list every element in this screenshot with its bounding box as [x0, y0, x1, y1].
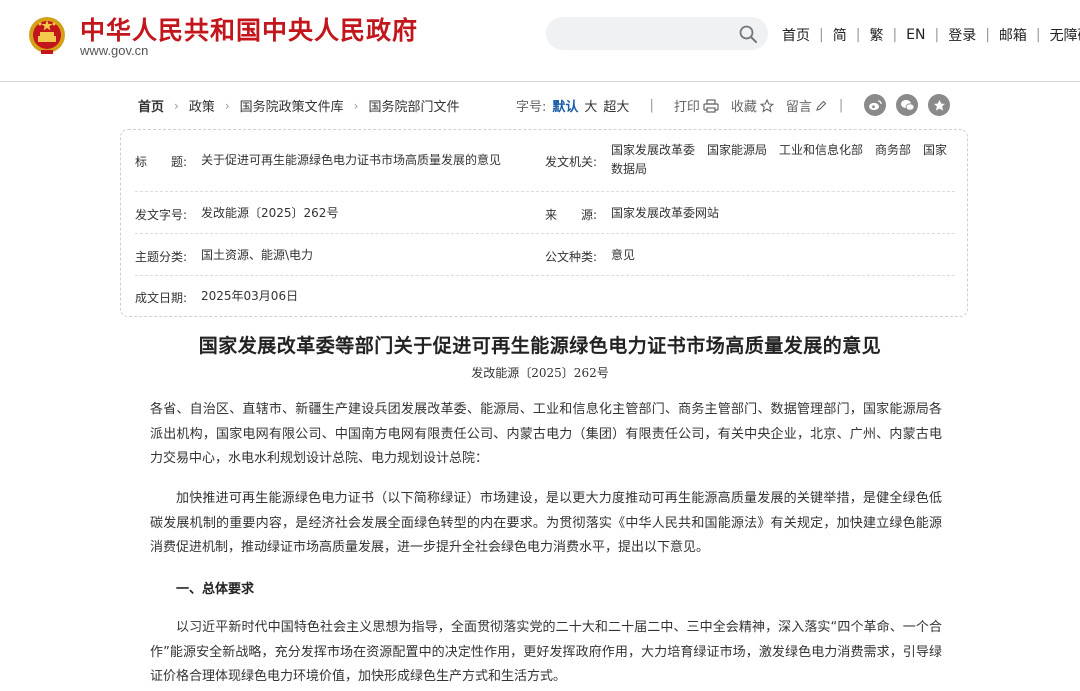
docno-value: 发改能源〔2025〕262号: [201, 206, 339, 220]
header-divider: [0, 81, 1080, 82]
article-paragraph: 以习近平新时代中国特色社会主义思想为指导，全面贯彻落实党的二十大和二十届二中、三…: [150, 620, 942, 684]
topic-value: 国土资源、能源\电力: [201, 248, 314, 262]
search-input[interactable]: [560, 22, 730, 45]
site-name[interactable]: 中华人民共和国中央人民政府: [80, 11, 418, 47]
search-icon[interactable]: [738, 24, 758, 44]
document-info-table: 标 题: 关于促进可再生能源绿色电力证书市场高质量发展的意见 发文机关: 国家发…: [120, 129, 968, 317]
title-value: 关于促进可再生能源绿色电力证书市场高质量发展的意见: [201, 153, 502, 167]
nav-login[interactable]: 登录: [948, 25, 976, 45]
date-label: 成文日期:: [135, 291, 188, 305]
breadcrumb-policy[interactable]: 政策: [189, 96, 215, 115]
tools-separator: |: [838, 98, 844, 113]
issuer-label: 发文机关:: [545, 155, 598, 169]
weibo-glyph: [869, 100, 882, 111]
article-recipients: 各省、自治区、直辖市、新疆生产建设兵团发展改革委、能源局、工业和信息化主管部门、…: [150, 402, 942, 466]
info-divider: [135, 191, 955, 192]
national-emblem-icon[interactable]: [26, 12, 68, 56]
font-size-default[interactable]: 默认: [552, 96, 578, 115]
nav-separator: |: [934, 27, 940, 43]
font-size-xlarge[interactable]: 超大: [603, 96, 629, 115]
breadcrumb-policy-library[interactable]: 国务院政策文件库: [240, 96, 344, 115]
breadcrumb-home[interactable]: 首页: [138, 96, 164, 115]
favorite-button[interactable]: 收藏: [731, 96, 774, 115]
type-label: 公文种类:: [545, 250, 598, 264]
chevron-right-icon: ›: [353, 98, 359, 113]
page-tools: 字号: 默认 大 超大 | 打印 收藏 留言 |: [516, 96, 849, 115]
star-icon[interactable]: [928, 94, 950, 116]
comment-label: 留言: [785, 100, 812, 115]
weibo-icon[interactable]: [864, 94, 886, 116]
nav-separator: |: [1035, 27, 1041, 43]
info-divider: [135, 275, 955, 276]
chevron-right-icon: ›: [174, 98, 179, 113]
docno-label: 发文字号:: [135, 208, 188, 222]
article-title: 国家发展改革委等部门关于促进可再生能源绿色电力证书市场高质量发展的意见: [198, 335, 882, 357]
breadcrumb-bar: 首页 › 政策 › 国务院政策文件库 › 国务院部门文件 字号: 默认 大 超大…: [0, 93, 1080, 117]
site-url[interactable]: www.gov.cn: [80, 43, 148, 58]
nav-home[interactable]: 首页: [782, 25, 810, 45]
font-size-large[interactable]: 大: [584, 96, 597, 115]
nav-separator: |: [855, 27, 861, 43]
section-heading: 一、总体要求: [176, 582, 255, 597]
type-value: 意见: [611, 248, 636, 262]
nav-separator: |: [985, 27, 990, 43]
share-buttons: [864, 94, 960, 116]
nav-traditional[interactable]: 繁: [869, 25, 883, 45]
topic-label: 主题分类:: [135, 250, 188, 264]
breadcrumb-department-docs[interactable]: 国务院部门文件: [368, 96, 459, 115]
font-size-label: 字号:: [516, 100, 547, 115]
source-label: 来 源:: [545, 208, 598, 222]
nav-separator: |: [892, 27, 898, 43]
title-label: 标 题:: [135, 155, 188, 169]
star-outline-icon: [759, 98, 774, 113]
source-value: 国家发展改革委网站: [611, 206, 720, 220]
print-label: 打印: [673, 100, 700, 115]
date-value: 2025年03月06日: [201, 289, 299, 303]
site-header: 中华人民共和国中央人民政府 www.gov.cn 首页 | 简 | 繁 | EN…: [0, 0, 1080, 80]
info-divider: [135, 233, 955, 234]
nav-english[interactable]: EN: [906, 27, 925, 43]
article-paragraph: 加快推进可再生能源绿色电力证书（以下简称绿证）市场建设，是以更大力度推动可再生能…: [150, 491, 942, 555]
print-button[interactable]: 打印: [674, 96, 719, 115]
nav-simplified[interactable]: 简: [833, 25, 847, 45]
comment-button[interactable]: 留言: [786, 96, 827, 115]
star-glyph: [933, 99, 945, 111]
nav-mail[interactable]: 邮箱: [999, 25, 1027, 45]
printer-icon: [703, 98, 719, 113]
nav-accessibility[interactable]: 无障碍: [1050, 25, 1080, 45]
wechat-glyph: [900, 100, 914, 111]
article-doc-number: 发改能源〔2025〕262号: [471, 366, 609, 380]
pen-icon: [816, 100, 827, 111]
search-box: [546, 17, 768, 50]
breadcrumb: 首页 › 政策 › 国务院政策文件库 › 国务院部门文件: [138, 96, 460, 116]
tools-separator: |: [649, 98, 654, 113]
top-nav: 首页 | 简 | 繁 | EN | 登录 | 邮箱 | 无障碍: [782, 25, 1080, 45]
favorite-label: 收藏: [730, 100, 757, 115]
issuer-value: 国家发展改革委 国家能源局 工业和信息化部 商务部 国家数据局: [611, 143, 948, 176]
nav-separator: |: [819, 27, 824, 43]
chevron-right-icon: ›: [224, 98, 230, 113]
wechat-icon[interactable]: [896, 94, 918, 116]
